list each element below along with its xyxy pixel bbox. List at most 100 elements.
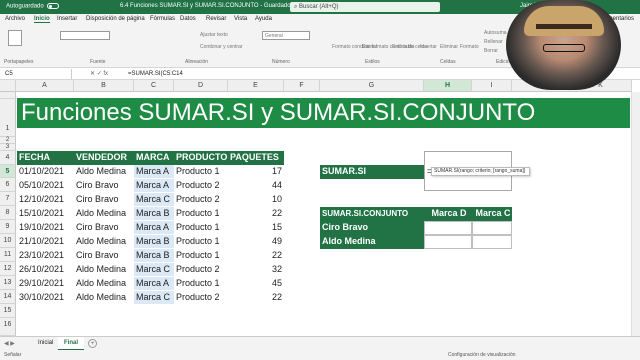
table-cell[interactable]: 22 [228,291,284,304]
row-header-2[interactable]: 2 [0,137,16,144]
table-cell[interactable]: 22 [228,207,284,220]
conjunto-result-cell[interactable] [424,235,472,249]
formula-buttons[interactable]: ✕ ✓ fx [90,69,108,79]
table-cell[interactable]: Ciro Bravo [74,221,134,234]
row-header-9[interactable]: 9 [0,220,16,234]
sheet-tab-final[interactable]: Final [58,337,85,350]
row-header-1[interactable]: 1 [0,99,16,137]
formula-input[interactable]: =SUMAR.SI(C5:C14 [128,69,183,79]
table-cell[interactable]: Producto 2 [174,291,228,304]
table-cell[interactable]: Producto 1 [174,277,228,290]
tab-disposicion[interactable]: Disposición de página [86,16,145,22]
table-cell[interactable]: 10 [228,193,284,206]
tab-revisar[interactable]: Revisar [206,16,226,22]
row-header-8[interactable]: 8 [0,206,16,220]
display-settings[interactable]: Configuración de visualización [448,352,516,358]
conjunto-result-cell[interactable] [424,221,472,235]
toggle-switch-icon[interactable] [46,3,59,9]
row-header-5[interactable]: 5 [0,165,16,178]
column-header-e[interactable]: E [228,80,284,92]
column-header-h[interactable]: H [424,80,472,92]
sheet-nav-arrows-icon[interactable]: ◀ ▶ [4,340,15,347]
row-header-15[interactable]: 15 [0,304,16,318]
table-cell[interactable]: Aldo Medina [74,277,134,290]
row-header-7[interactable]: 7 [0,192,16,206]
autosum-button[interactable]: Autosuma [484,30,507,36]
sheet-tab-inicial[interactable]: Inicial [32,337,59,350]
tab-vista[interactable]: Vista [234,16,247,22]
tab-inicio[interactable]: Inicio [34,16,50,23]
paste-icon[interactable] [8,30,22,46]
table-cell[interactable]: 15/10/2021 [17,207,74,220]
row-header-3[interactable]: 3 [0,144,16,151]
table-cell[interactable]: 30/10/2021 [17,291,74,304]
row-header-13[interactable]: 13 [0,276,16,290]
table-cell[interactable]: Ciro Bravo [74,179,134,192]
row-header-11[interactable]: 11 [0,248,16,262]
column-header-a[interactable]: A [16,80,74,92]
table-cell[interactable]: 01/10/2021 [17,165,74,178]
column-header-i[interactable]: I [472,80,512,92]
table-cell[interactable]: Ciro Bravo [74,249,134,262]
column-header-f[interactable]: F [284,80,320,92]
format-cells-button[interactable]: Formato [460,44,479,50]
table-cell[interactable]: Marca A [134,277,174,291]
table-cell[interactable]: 45 [228,277,284,290]
table-cell[interactable]: 17 [228,165,284,178]
spreadsheet-grid[interactable]: A B C D E F G H I J K 1 2 3 4 5 6 7 8 9 … [0,80,640,336]
table-cell[interactable]: 15 [228,221,284,234]
tab-archivo[interactable]: Archivo [5,16,25,22]
column-header-g[interactable]: G [320,80,424,92]
table-cell[interactable]: Marca A [134,221,174,235]
add-sheet-icon[interactable]: + [88,339,97,348]
table-cell[interactable]: Aldo Medina [74,291,134,304]
table-cell[interactable]: Producto 2 [174,179,228,192]
clear-button[interactable]: Borrar [484,48,498,54]
table-cell[interactable]: Marca C [134,291,174,305]
name-box[interactable]: C5 [2,69,72,79]
font-selector[interactable] [60,31,110,40]
delete-cells-button[interactable]: Eliminar [440,44,458,50]
vertical-scrollbar[interactable] [631,92,640,336]
table-cell[interactable]: Aldo Medina [74,165,134,178]
wrap-text-button[interactable]: Ajustar texto [200,32,228,38]
table-cell[interactable]: Marca A [134,165,174,179]
table-cell[interactable]: Ciro Bravo [74,193,134,206]
row-header-1-top[interactable] [0,92,16,99]
table-cell[interactable]: Aldo Medina [74,263,134,276]
tab-datos[interactable]: Datos [180,16,196,22]
table-cell[interactable]: Producto 1 [174,207,228,220]
table-cell[interactable]: Marca C [134,263,174,277]
table-cell[interactable]: Marca B [134,235,174,249]
table-cell[interactable]: Marca B [134,207,174,221]
select-all-corner[interactable] [0,80,16,92]
autosave-toggle[interactable]: Autoguardado [6,3,59,10]
table-cell[interactable]: Marca C [134,193,174,207]
table-cell[interactable]: Aldo Medina [74,207,134,220]
table-cell[interactable]: 32 [228,263,284,276]
table-cell[interactable]: 21/10/2021 [17,235,74,248]
table-cell[interactable]: Producto 1 [174,249,228,262]
search-box[interactable]: ⌕ Buscar (Alt+Q) [290,2,440,12]
row-header-6[interactable]: 6 [0,178,16,192]
column-header-b[interactable]: B [74,80,134,92]
table-cell[interactable]: 19/10/2021 [17,221,74,234]
table-cell[interactable]: 29/10/2021 [17,277,74,290]
insert-cells-button[interactable]: Insertar [420,44,437,50]
row-header-12[interactable]: 12 [0,262,16,276]
column-header-d[interactable]: D [174,80,228,92]
table-cell[interactable]: Producto 1 [174,235,228,248]
row-header-14[interactable]: 14 [0,290,16,304]
table-cell[interactable]: Producto 2 [174,193,228,206]
table-cell[interactable]: Producto 2 [174,263,228,276]
table-cell[interactable]: 49 [228,235,284,248]
table-cell[interactable]: Marca B [134,249,174,263]
table-cell[interactable]: 22 [228,249,284,262]
column-header-c[interactable]: C [134,80,174,92]
table-cell[interactable]: 44 [228,179,284,192]
conjunto-result-cell[interactable] [472,235,512,249]
merge-center-button[interactable]: Combinar y centrar [200,44,243,50]
tab-ayuda[interactable]: Ayuda [255,16,272,22]
table-cell[interactable]: 12/10/2021 [17,193,74,206]
conjunto-result-cell[interactable] [472,221,512,235]
